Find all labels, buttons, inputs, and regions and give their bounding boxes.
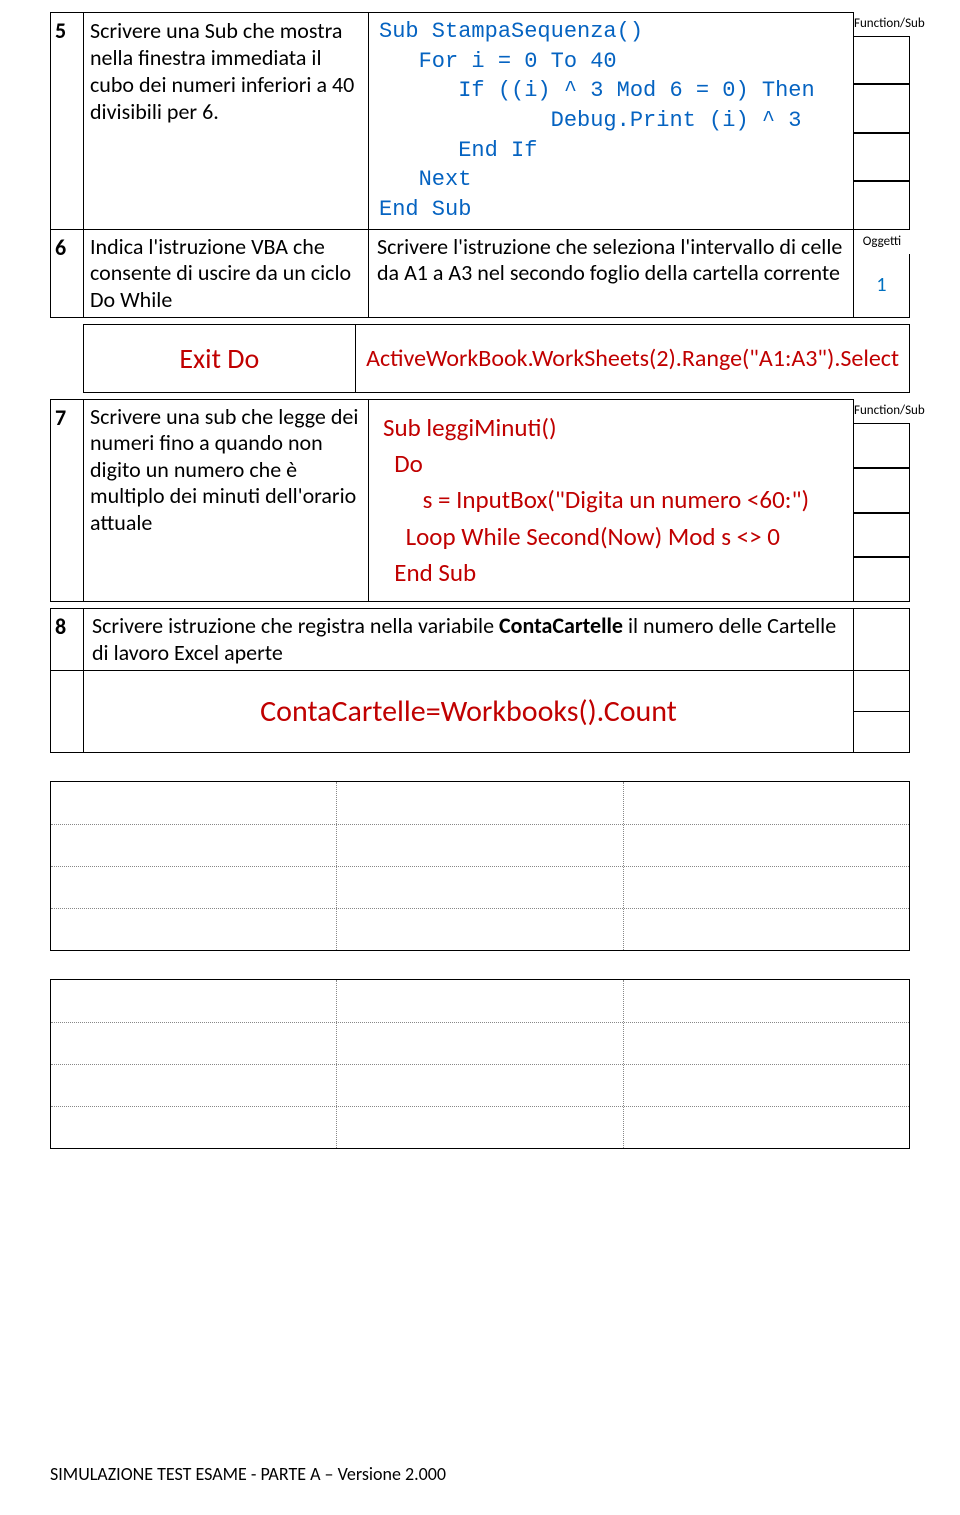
table-row [51, 1022, 909, 1064]
table-cell [51, 1107, 336, 1148]
row-8-side [854, 608, 910, 671]
footer: SIMULAZIONE TEST ESAME - PARTE A – Versi… [50, 1463, 446, 1485]
row-6-question: Indica l'istruzione VBA che consente di … [84, 230, 369, 318]
row-6-side: Oggetti 1 [854, 230, 910, 318]
row-5-question: Scrivere una Sub che mostra nella finest… [84, 12, 369, 230]
row-8-answer-row: ContaCartelle=Workbooks().Count [50, 671, 910, 753]
row-7-side-box-4 [854, 557, 910, 602]
table-cell [623, 1065, 909, 1106]
row-exit: Exit Do ActiveWorkBook.WorkSheets(2).Ran… [50, 324, 910, 393]
table-cell [623, 1023, 909, 1064]
row-8-q-pre: Scrivere istruzione che registra nella v… [92, 612, 499, 639]
table-cell [51, 867, 336, 908]
row-5-side-box-3 [854, 133, 910, 181]
label-oggetti: Oggetti [854, 230, 910, 254]
table-cell [336, 980, 622, 1022]
row-6-number: 6 [50, 230, 84, 318]
row-8-side-box [854, 608, 910, 671]
row-7-question: Scrivere una sub che legge dei numeri fi… [84, 399, 369, 602]
table-cell [51, 980, 336, 1022]
table-row [51, 866, 909, 908]
row-8: 8 Scrivere istruzione che registra nella… [50, 608, 910, 671]
row-8b-side [854, 671, 910, 753]
table-row [51, 980, 909, 1022]
row-6-answer: Scrivere l'istruzione che seleziona l'in… [369, 230, 854, 318]
table-cell [51, 909, 336, 950]
empty-table-1 [50, 781, 910, 951]
table-cell [336, 909, 622, 950]
label-function-sub-2: Function/Sub [854, 399, 910, 423]
table-cell [623, 1107, 909, 1148]
table-cell [623, 782, 909, 824]
table-cell [51, 782, 336, 824]
table-cell [51, 825, 336, 866]
row-5-side-box-2 [854, 84, 910, 132]
row-7-side: Function/Sub [854, 399, 910, 602]
table-cell [336, 1065, 622, 1106]
row-5-side-box-1 [854, 36, 910, 84]
table-row [51, 1064, 909, 1106]
table-cell [336, 1023, 622, 1064]
table-cell [336, 867, 622, 908]
row-8b-side-box-2 [854, 712, 910, 753]
table-cell [623, 825, 909, 866]
row-5-code: Sub StampaSequenza() For i = 0 To 40 If … [369, 12, 854, 230]
row-7-number: 7 [50, 399, 84, 602]
table-cell [336, 825, 622, 866]
table-row [51, 908, 909, 950]
row-exit-right: ActiveWorkBook.WorkSheets(2).Range("A1:A… [356, 324, 910, 393]
table-cell [51, 1023, 336, 1064]
table-cell [51, 1065, 336, 1106]
table-cell [336, 782, 622, 824]
row-5: 5 Scrivere una Sub che mostra nella fine… [50, 12, 910, 230]
row-8-answer: ContaCartelle=Workbooks().Count [84, 671, 854, 753]
table-row [51, 824, 909, 866]
table-row [51, 782, 909, 824]
row-7: 7 Scrivere una sub che legge dei numeri … [50, 399, 910, 602]
label-function-sub: Function/Sub [854, 12, 910, 36]
row-5-side-box-4 [854, 181, 910, 229]
row-5-side: Function/Sub [854, 12, 910, 230]
table-cell [623, 980, 909, 1022]
row-8-q-bold: ContaCartelle [499, 612, 623, 639]
row-6: 6 Indica l'istruzione VBA che consente d… [50, 230, 910, 318]
row-8-number: 8 [50, 608, 84, 671]
row-exit-spacer [50, 324, 83, 393]
page: 5 Scrivere una Sub che mostra nella fine… [0, 0, 960, 1149]
row-7-side-box-1 [854, 423, 910, 468]
table-cell [336, 1107, 622, 1148]
row-7-side-box-2 [854, 468, 910, 513]
empty-table-2 [50, 979, 910, 1149]
row-5-number: 5 [50, 12, 84, 230]
row-6-side-value: 1 [854, 254, 910, 318]
row-8b-side-box-1 [854, 671, 910, 712]
row-7-code: Sub leggiMinuti() Do s = InputBox("Digit… [369, 399, 854, 602]
table-cell [623, 867, 909, 908]
row-7-side-box-3 [854, 513, 910, 558]
row-8b-spacer [50, 671, 84, 753]
table-cell [623, 909, 909, 950]
table-row [51, 1106, 909, 1148]
row-8-question: Scrivere istruzione che registra nella v… [84, 608, 854, 671]
row-exit-left: Exit Do [83, 324, 357, 393]
